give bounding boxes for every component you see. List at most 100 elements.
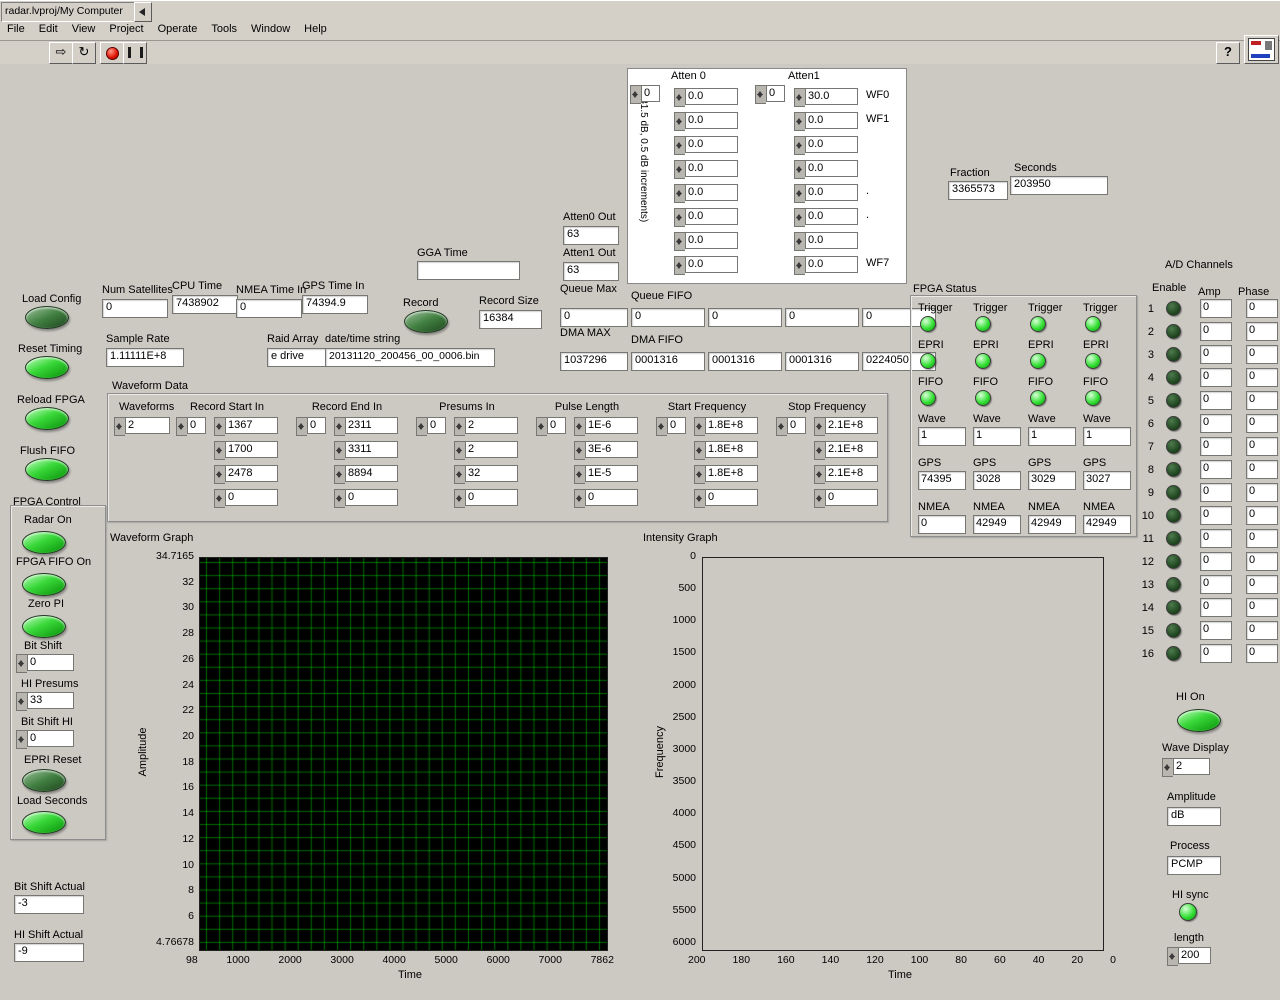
array-value[interactable]: 2.1E+8: [825, 465, 878, 482]
array-value[interactable]: 1.8E+8: [705, 417, 758, 434]
atten1-index-control[interactable]: 0: [755, 85, 785, 104]
increment-decrement-icon[interactable]: [674, 136, 685, 155]
increment-decrement-icon[interactable]: [674, 160, 685, 179]
atten0-value-control[interactable]: 0.0: [674, 136, 738, 155]
zero-pi-button[interactable]: [22, 615, 66, 638]
phase-input[interactable]: 0: [1246, 368, 1278, 387]
array-value[interactable]: 0: [705, 489, 758, 506]
atten1-value[interactable]: 30.0: [805, 88, 858, 105]
length-value[interactable]: 200: [1178, 947, 1211, 964]
increment-decrement-icon[interactable]: [794, 208, 805, 227]
array-value[interactable]: 2.1E+8: [825, 417, 878, 434]
array-index-value[interactable]: 0: [787, 417, 806, 434]
increment-decrement-icon[interactable]: [794, 136, 805, 155]
increment-decrement-icon[interactable]: [674, 184, 685, 203]
atten0-value-control[interactable]: 0.0: [674, 232, 738, 251]
array-index-value[interactable]: 0: [187, 417, 206, 434]
enable-led[interactable]: [1166, 347, 1181, 362]
enable-led[interactable]: [1166, 623, 1181, 638]
record-button[interactable]: [404, 310, 448, 333]
help-button[interactable]: ?: [1216, 42, 1240, 64]
phase-input[interactable]: 0: [1246, 621, 1278, 640]
reload-fpga-button[interactable]: [25, 407, 69, 430]
phase-input[interactable]: 0: [1246, 506, 1278, 525]
array-value[interactable]: 3311: [345, 441, 398, 458]
atten0-value[interactable]: 0.0: [685, 184, 738, 201]
increment-decrement-icon[interactable]: [214, 465, 225, 484]
bit-shift-value[interactable]: 0: [27, 654, 74, 671]
increment-decrement-icon[interactable]: [694, 489, 705, 508]
array-value-control[interactable]: 3311: [334, 441, 398, 460]
array-index-value[interactable]: 0: [427, 417, 446, 434]
atten1-index-value[interactable]: 0: [766, 85, 785, 102]
increment-decrement-icon[interactable]: [674, 88, 685, 107]
enable-led[interactable]: [1166, 646, 1181, 661]
array-value[interactable]: 1.8E+8: [705, 441, 758, 458]
atten0-index-value[interactable]: 0: [641, 85, 660, 102]
array-index-control[interactable]: 0: [296, 417, 326, 436]
array-value-control[interactable]: 8894: [334, 465, 398, 484]
length-input[interactable]: 200: [1167, 947, 1211, 966]
increment-decrement-icon[interactable]: [630, 85, 641, 104]
increment-decrement-icon[interactable]: [574, 417, 585, 436]
record-size-input[interactable]: 16384: [479, 310, 542, 329]
array-value-control[interactable]: 1E-6: [574, 417, 638, 436]
array-index-value[interactable]: 0: [307, 417, 326, 434]
increment-decrement-icon[interactable]: [334, 489, 345, 508]
array-value[interactable]: 1367: [225, 417, 278, 434]
amp-input[interactable]: 0: [1200, 621, 1232, 640]
increment-decrement-icon[interactable]: [114, 417, 125, 436]
increment-decrement-icon[interactable]: [674, 232, 685, 251]
raid-array-input[interactable]: e drive: [267, 348, 327, 367]
amp-input[interactable]: 0: [1200, 506, 1232, 525]
array-value-control[interactable]: 2311: [334, 417, 398, 436]
atten1-value-control[interactable]: 0.0: [794, 160, 858, 179]
atten0-value-control[interactable]: 0.0: [674, 256, 738, 275]
bit-shift-hi-value[interactable]: 0: [27, 730, 74, 747]
amp-input[interactable]: 0: [1200, 345, 1232, 364]
increment-decrement-icon[interactable]: [794, 256, 805, 275]
increment-decrement-icon[interactable]: [755, 85, 766, 104]
increment-decrement-icon[interactable]: [334, 417, 345, 436]
atten0-value[interactable]: 0.0: [685, 112, 738, 129]
atten0-value[interactable]: 0.0: [685, 232, 738, 249]
enable-led[interactable]: [1166, 324, 1181, 339]
array-value-control[interactable]: 0: [334, 489, 398, 508]
increment-decrement-icon[interactable]: [694, 417, 705, 436]
execution-target-selector[interactable]: radar.lvproj/My Computer: [1, 2, 141, 22]
array-value-control[interactable]: 1367: [214, 417, 278, 436]
amp-input[interactable]: 0: [1200, 391, 1232, 410]
atten0-value[interactable]: 0.0: [685, 136, 738, 153]
epri-reset-button[interactable]: [22, 769, 66, 792]
increment-decrement-icon[interactable]: [454, 417, 465, 436]
amplitude-select[interactable]: dB: [1167, 807, 1221, 826]
array-value-control[interactable]: 1.8E+8: [694, 465, 758, 484]
load-seconds-button[interactable]: [22, 811, 66, 834]
array-value-control[interactable]: 2478: [214, 465, 278, 484]
increment-decrement-icon[interactable]: [694, 441, 705, 460]
atten0-index-control[interactable]: 0: [630, 85, 660, 104]
phase-input[interactable]: 0: [1246, 529, 1278, 548]
atten0-value[interactable]: 0.0: [685, 208, 738, 225]
array-value[interactable]: 2: [465, 417, 518, 434]
increment-decrement-icon[interactable]: [794, 112, 805, 131]
amp-input[interactable]: 0: [1200, 575, 1232, 594]
phase-input[interactable]: 0: [1246, 322, 1278, 341]
atten0-value-control[interactable]: 0.0: [674, 184, 738, 203]
waveforms-value[interactable]: 2: [125, 417, 170, 434]
phase-input[interactable]: 0: [1246, 644, 1278, 663]
radar-on-button[interactable]: [22, 531, 66, 554]
atten1-value-control[interactable]: 0.0: [794, 256, 858, 275]
array-value[interactable]: 1E-5: [585, 465, 638, 482]
increment-decrement-icon[interactable]: [814, 417, 825, 436]
atten1-value[interactable]: 0.0: [805, 256, 858, 273]
array-value-control[interactable]: 0: [214, 489, 278, 508]
increment-decrement-icon[interactable]: [16, 654, 27, 673]
atten1-value[interactable]: 0.0: [805, 136, 858, 153]
vi-icon[interactable]: [1244, 35, 1279, 64]
amp-input[interactable]: 0: [1200, 529, 1232, 548]
array-value[interactable]: 0: [465, 489, 518, 506]
atten0-value-control[interactable]: 0.0: [674, 88, 738, 107]
atten1-value[interactable]: 0.0: [805, 208, 858, 225]
bit-shift-hi-input[interactable]: 0: [16, 730, 74, 749]
